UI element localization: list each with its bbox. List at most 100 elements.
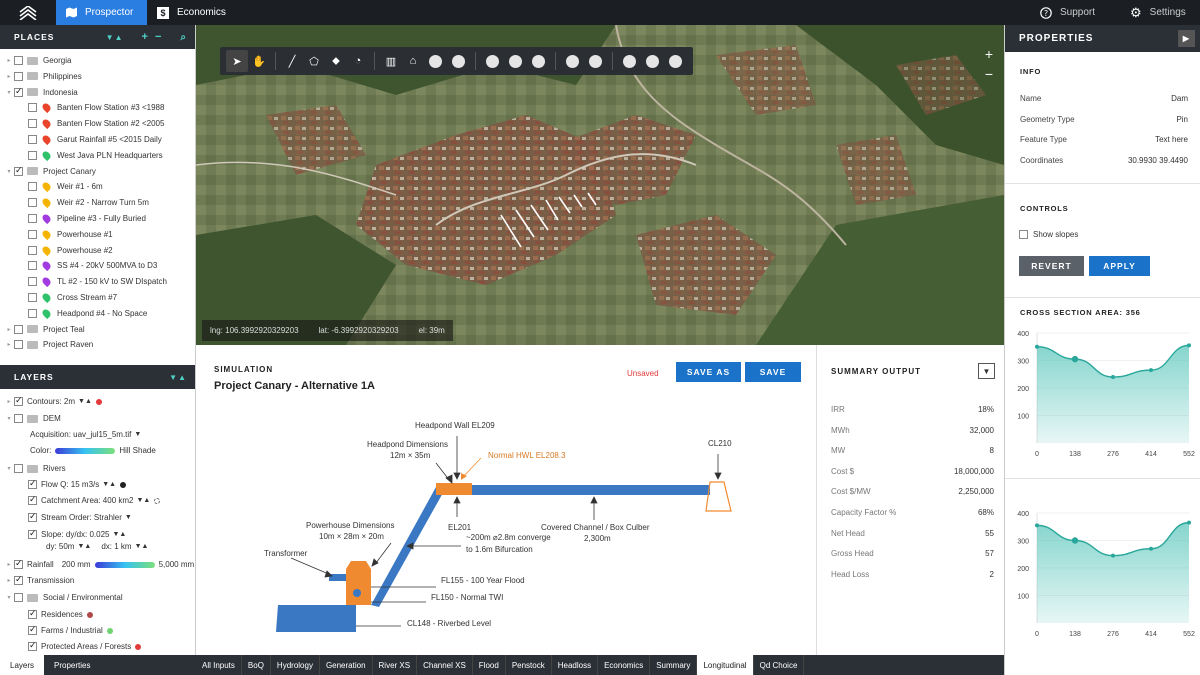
checkbox[interactable] <box>28 119 37 129</box>
tool-circle-icon[interactable] <box>646 54 659 68</box>
add-icon[interactable]: + <box>142 31 149 43</box>
settings-link[interactable]: ⚙ Settings <box>1130 0 1186 25</box>
remove-icon[interactable]: − <box>155 31 162 43</box>
expand-right-icon[interactable]: ▸ <box>4 73 14 80</box>
layer-social[interactable]: ▾ Social / Environmental <box>4 590 123 605</box>
select-cursor-icon[interactable]: ➤ <box>226 50 248 72</box>
expand-right-icon[interactable]: ▸ <box>4 57 14 64</box>
place-item[interactable]: TL #2 - 150 kV to SW DIspatch <box>28 274 167 289</box>
place-folder[interactable]: ▸ Project Teal <box>4 322 85 337</box>
checkbox[interactable] <box>14 414 23 423</box>
checkbox[interactable] <box>14 71 23 81</box>
checkbox[interactable] <box>14 324 23 334</box>
layer-flow[interactable]: Flow Q: 15 m3/s▼▲ <box>28 477 127 492</box>
checkbox[interactable] <box>28 624 37 635</box>
revert-button[interactable]: REVERT <box>1019 256 1084 276</box>
support-link[interactable]: ? Support <box>1040 0 1095 25</box>
checkbox[interactable] <box>28 608 37 619</box>
data-point[interactable] <box>1035 523 1039 528</box>
layer-rivers[interactable]: ▾ Rivers <box>4 461 66 476</box>
bottom-tab-river-xs[interactable]: River XS <box>373 655 418 675</box>
place-item[interactable]: Banten Flow Station #3 <1988 <box>28 100 164 115</box>
tool-circle-icon[interactable] <box>429 54 442 68</box>
bottom-tab-generation[interactable]: Generation <box>320 655 373 675</box>
tool-circle-icon[interactable] <box>486 54 499 68</box>
zoom-in-button[interactable]: + <box>980 45 998 63</box>
checkbox[interactable] <box>28 528 37 539</box>
tool-circle-icon[interactable] <box>566 54 579 68</box>
checkbox[interactable] <box>1019 230 1028 239</box>
checkbox[interactable] <box>28 103 37 113</box>
bottom-tab-qd-choice[interactable]: Qd Choice <box>754 655 805 675</box>
pan-hand-icon[interactable]: ✋ <box>248 50 270 72</box>
data-point[interactable] <box>1149 546 1153 551</box>
tool-circle-icon[interactable] <box>669 54 682 68</box>
place-item[interactable]: Powerhouse #2 <box>28 243 113 258</box>
checkbox[interactable] <box>14 165 23 176</box>
place-folder[interactable]: ▸ Philippines <box>4 69 82 84</box>
zoom-out-button[interactable]: − <box>980 65 998 83</box>
place-item[interactable]: Cross Stream #7 <box>28 290 117 305</box>
layer-protected[interactable]: Protected Areas / Forests <box>28 639 142 654</box>
dem-acquisition[interactable]: Acquisition: uav_jul15_5m.tif ▼ <box>30 427 141 442</box>
place-folder[interactable]: ▸ Project Raven <box>4 337 93 352</box>
book-icon[interactable]: ▥ <box>380 50 402 72</box>
arrow-icon[interactable]: ▼▲ <box>135 543 149 550</box>
arrow-icon[interactable]: ▼▲ <box>77 543 91 550</box>
layer-transmission[interactable]: ▸Transmission <box>4 573 74 588</box>
data-point[interactable] <box>1187 520 1191 525</box>
expand-down-icon[interactable]: ▾ <box>4 89 14 96</box>
data-point[interactable] <box>1111 553 1115 558</box>
bottom-tab-boq[interactable]: BoQ <box>242 655 271 675</box>
apply-button[interactable]: APPLY <box>1089 256 1150 276</box>
dem-color[interactable]: Color: Hill Shade <box>30 443 156 458</box>
expand-down-icon[interactable]: ▾ <box>4 168 14 175</box>
search-icon[interactable]: ⌕ <box>180 32 187 43</box>
arrow-icon[interactable]: ▼▲ <box>78 398 92 405</box>
bottom-tab-summary[interactable]: Summary <box>650 655 698 675</box>
checkbox[interactable] <box>28 135 37 144</box>
checkbox[interactable] <box>28 261 37 271</box>
checkbox[interactable] <box>14 593 23 602</box>
checkbox[interactable] <box>28 511 37 522</box>
tab-economics[interactable]: $ Economics <box>157 0 226 25</box>
tool-circle-icon[interactable] <box>452 54 465 68</box>
pin-tool-icon[interactable]: ⬥ <box>325 50 347 72</box>
arrow-icon[interactable]: ▼▲ <box>137 497 151 504</box>
bottom-tab-flood[interactable]: Flood <box>473 655 506 675</box>
collapse-panel-button[interactable]: ▶ <box>1178 30 1195 47</box>
checkbox[interactable] <box>14 56 23 65</box>
checkbox[interactable] <box>14 340 23 350</box>
arrow-icon[interactable]: ▼▲ <box>102 481 116 488</box>
data-point[interactable] <box>1071 355 1079 363</box>
place-item[interactable]: Powerhouse #1 <box>28 227 113 242</box>
place-item[interactable]: Headpond #4 - No Space <box>28 306 147 321</box>
place-folder[interactable]: ▾ Indonesia <box>4 85 78 100</box>
checkbox[interactable] <box>28 182 37 192</box>
place-item[interactable]: Weir #2 - Narrow Turn 5m <box>28 195 149 210</box>
layer-stream-order[interactable]: Stream Order: Strahler▼ <box>28 510 132 525</box>
tool-circle-icon[interactable] <box>532 54 545 68</box>
tool-circle-icon[interactable] <box>589 54 602 68</box>
place-item[interactable]: Garut Rainfall #5 <2015 Daily <box>28 132 162 147</box>
checkbox[interactable] <box>14 86 23 97</box>
checkbox[interactable] <box>28 277 37 287</box>
data-point[interactable] <box>1071 537 1079 544</box>
checkbox[interactable] <box>28 478 37 489</box>
collapse-icon[interactable]: ▼▲ <box>106 33 124 42</box>
expand-right-icon[interactable]: ▸ <box>4 326 14 333</box>
tab-properties[interactable]: Properties <box>44 655 100 675</box>
layer-contours[interactable]: ▸Contours: 2m▼▲ <box>4 394 102 409</box>
layer-residences[interactable]: Residences <box>28 607 93 622</box>
place-item[interactable]: Banten Flow Station #2 <2005 <box>28 116 164 131</box>
chevron-down-icon[interactable]: ▼ <box>125 514 132 521</box>
bottom-tab-hydrology[interactable]: Hydrology <box>271 655 320 675</box>
tool-circle-icon[interactable] <box>509 54 522 68</box>
tool-circle-icon[interactable] <box>623 54 636 68</box>
summary-dropdown-button[interactable]: ▼ <box>978 363 995 379</box>
arrow-icon[interactable]: ▼▲ <box>113 531 127 538</box>
place-item[interactable]: Pipeline #3 - Fully Buried <box>28 211 146 226</box>
layer-catchment[interactable]: Catchment Area: 400 km2▼▲ <box>28 493 161 508</box>
show-slopes-checkbox[interactable]: Show slopes <box>1019 230 1078 239</box>
expand-right-icon[interactable]: ▸ <box>4 341 14 348</box>
